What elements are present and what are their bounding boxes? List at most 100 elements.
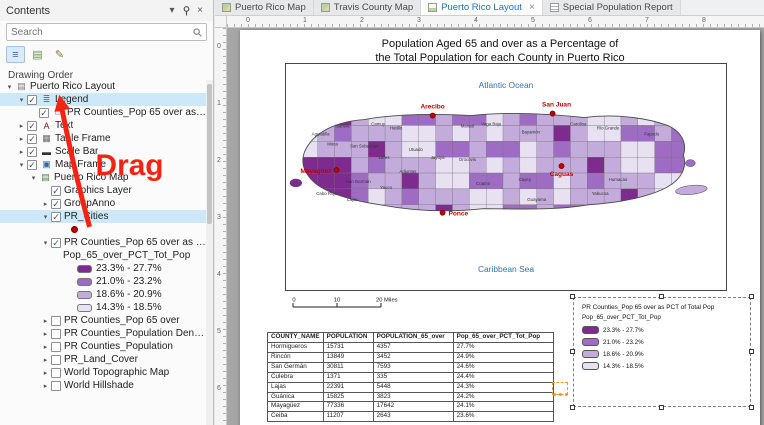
- tree-item-label: Puerto Rico Map: [54, 172, 129, 183]
- tree-item-pr-counties-pop-65-over-as-pct-of-total-pop[interactable]: ✓ ▭ PR Counties_Pop 65 over as PCT of Tota…: [0, 106, 206, 119]
- tree-item-item[interactable]: [0, 223, 206, 236]
- contents-scrollbar[interactable]: [206, 80, 213, 425]
- tree-item-23-3-27-7[interactable]: 23.3% - 27.7%: [0, 262, 206, 275]
- tree-item-map-frame[interactable]: ▾ ✓ ▣ Map Frame: [0, 158, 206, 171]
- tree-item-puerto-rico-layout[interactable]: ▾ ▤ Puerto Rico Layout: [0, 80, 206, 93]
- tree-item-pop-65-over-pct-tot-pop[interactable]: Pop_65_over_PCT_Tot_Pop: [0, 249, 206, 262]
- tree-item-21-0-23-2[interactable]: 21.0% - 23.2%: [0, 275, 206, 288]
- expander-icon[interactable]: ▸: [40, 330, 51, 338]
- selection-handle[interactable]: [570, 294, 575, 299]
- scrollbar-thumb[interactable]: [207, 84, 212, 224]
- tree-item-18-6-20-9[interactable]: 18.6% - 20.9%: [0, 288, 206, 301]
- list-by-editing-button[interactable]: ✎: [50, 46, 69, 63]
- selection-handle[interactable]: [749, 405, 754, 410]
- expander-icon[interactable]: ▸: [40, 317, 51, 325]
- visibility-checkbox[interactable]: ✓: [51, 237, 61, 248]
- contents-panel-header: Contents ▾ ×: [0, 0, 213, 21]
- tree-item-table-frame[interactable]: ▸ ✓ ▦ Table Frame: [0, 132, 206, 145]
- view-tab-special-population-report[interactable]: Special Population Report: [542, 0, 681, 15]
- selection-handle[interactable]: [749, 349, 754, 354]
- layout-page[interactable]: Population Aged 65 and over as a Percent…: [240, 30, 760, 425]
- visibility-checkbox[interactable]: ✓: [27, 159, 37, 170]
- visibility-checkbox[interactable]: ✓: [27, 146, 37, 157]
- expander-icon[interactable]: ▾: [16, 161, 27, 169]
- tree-item-legend[interactable]: ▾ ✓ ≣ Legend: [0, 93, 206, 106]
- tree-item-pr-counties-pop-65-over[interactable]: ▸ PR Counties_Pop 65 over: [0, 314, 206, 327]
- expander-icon[interactable]: ▸: [40, 343, 51, 351]
- tree-item-14-3-18-5[interactable]: 14.3% - 18.5%: [0, 301, 206, 314]
- expander-icon[interactable]: ▾: [40, 213, 51, 221]
- tree-item-pr-counties-pop-65-over-as-pct-of-total-pop[interactable]: ▾✓PR Counties_Pop 65 over as PCT of Tota…: [0, 236, 206, 249]
- visibility-checkbox[interactable]: ✓: [51, 185, 61, 196]
- tree-item-label: PR Counties_Pop 65 over as PCT of Total …: [64, 237, 206, 248]
- selection-handle[interactable]: [659, 294, 664, 299]
- expander-icon[interactable]: ▾: [28, 174, 39, 182]
- visibility-checkbox[interactable]: [51, 315, 61, 326]
- expander-icon[interactable]: ▸: [16, 135, 27, 143]
- visibility-checkbox[interactable]: ✓: [27, 94, 37, 105]
- layout-title-text[interactable]: Population Aged 65 and over as a Percent…: [240, 37, 760, 66]
- panel-menu-chevron-icon[interactable]: ▾: [165, 5, 179, 16]
- expander-icon[interactable]: ▸: [40, 369, 51, 377]
- close-icon[interactable]: ×: [193, 5, 207, 16]
- legend-class-swatch: [77, 303, 92, 312]
- tree-item-scale-bar[interactable]: ▸ ✓ ▬ Scale Bar: [0, 145, 206, 158]
- tree-item-pr-land-cover[interactable]: ▸ PR_Land_Cover: [0, 353, 206, 366]
- tree-item-puerto-rico-map[interactable]: ▾ ▤ Puerto Rico Map: [0, 171, 206, 184]
- scale-bar[interactable]: 0 10 20 Miles: [292, 296, 422, 312]
- tree-item-pr-counties-population-density[interactable]: ▸ PR Counties_Population Density: [0, 327, 206, 340]
- contents-search[interactable]: [6, 23, 207, 41]
- list-by-source-button[interactable]: ▤: [28, 46, 47, 63]
- tree-item-pr-counties-population[interactable]: ▸ PR Counties_Population: [0, 340, 206, 353]
- selection-handle[interactable]: [570, 405, 575, 410]
- visibility-checkbox[interactable]: [51, 367, 61, 378]
- expander-icon[interactable]: ▾: [40, 239, 51, 247]
- table-frame[interactable]: COUNTY_NAME POPULATION POPULATION_65_over P…: [267, 332, 554, 423]
- visibility-checkbox[interactable]: ✓: [27, 133, 37, 144]
- pin-icon[interactable]: [179, 5, 193, 16]
- tree-item-graphics-layer[interactable]: ✓ Graphics Layer: [0, 184, 206, 197]
- table-frame-anchor[interactable]: [552, 382, 568, 396]
- visibility-checkbox[interactable]: [51, 328, 61, 339]
- expander-icon[interactable]: ▸: [40, 356, 51, 364]
- table-cell: 23.6%: [452, 411, 554, 423]
- tree-item-groupanno[interactable]: ▸ ✓ GroupAnno: [0, 197, 206, 210]
- expander-icon[interactable]: ▸: [40, 200, 51, 208]
- expander-icon[interactable]: ▾: [16, 96, 27, 104]
- layout-title-line1: Population Aged 65 and over as a Percent…: [381, 38, 619, 50]
- visibility-checkbox[interactable]: [51, 341, 61, 352]
- ruler-number: 4: [474, 17, 478, 24]
- county-label: Cayey: [519, 177, 532, 182]
- table-cell: Rincón: [267, 351, 324, 363]
- layout-canvas[interactable]: Population Aged 65 and over as a Percent…: [227, 28, 764, 425]
- tab-label: Puerto Rico Layout: [441, 2, 522, 13]
- visibility-checkbox[interactable]: ✓: [51, 211, 61, 222]
- tree-item-text[interactable]: ▸ ✓ A Text: [0, 119, 206, 132]
- view-tab-puerto-rico-map[interactable]: Puerto Rico Map: [215, 0, 314, 15]
- visibility-checkbox[interactable]: ✓: [39, 107, 49, 118]
- visibility-checkbox[interactable]: ✓: [27, 120, 37, 131]
- expander-icon[interactable]: ▸: [16, 148, 27, 156]
- tab-close-icon[interactable]: ×: [529, 2, 535, 13]
- map-frame[interactable]: Atlantic Ocean Caribbean Sea Isabela Aguadi…: [285, 63, 727, 291]
- county-label: Coamo: [476, 181, 491, 186]
- expander-icon[interactable]: ▾: [4, 83, 15, 91]
- selection-handle[interactable]: [749, 294, 754, 299]
- tree-item-world-topographic-map[interactable]: ▸ World Topographic Map: [0, 366, 206, 379]
- list-by-drawing-order-button[interactable]: ≡: [6, 46, 25, 63]
- visibility-checkbox[interactable]: [51, 380, 61, 391]
- view-tab-puerto-rico-layout[interactable]: Puerto Rico Layout ×: [421, 0, 543, 15]
- ruler-number: 5: [217, 328, 221, 335]
- tree-item-world-hillshade[interactable]: ▸ World Hillshade: [0, 379, 206, 392]
- visibility-checkbox[interactable]: ✓: [51, 198, 61, 209]
- point-symbol-swatch[interactable]: [71, 226, 78, 233]
- selection-handle[interactable]: [570, 349, 575, 354]
- view-tab-travis-county-map[interactable]: Travis County Map: [313, 0, 422, 15]
- expander-icon[interactable]: ▸: [16, 122, 27, 130]
- expander-icon[interactable]: ▸: [40, 382, 51, 390]
- search-input[interactable]: [11, 26, 193, 38]
- legend-element[interactable]: PR Counties_Pop 65 over as PCT of Total …: [570, 294, 754, 410]
- visibility-checkbox[interactable]: [51, 354, 61, 365]
- tree-item-pr-cities[interactable]: ▾ ✓ PR_Cities: [0, 210, 206, 223]
- selection-handle[interactable]: [659, 405, 664, 410]
